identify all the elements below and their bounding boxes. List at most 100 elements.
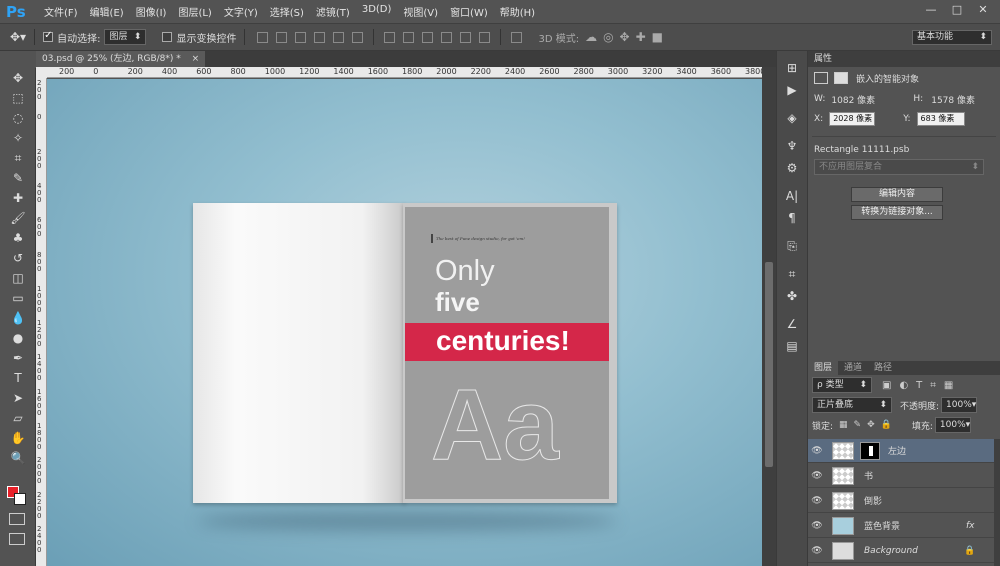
measure-icon[interactable]: ∠	[777, 313, 807, 335]
menu-item[interactable]: 编辑(E)	[90, 4, 124, 19]
brush-presets-icon[interactable]: ♆	[777, 135, 807, 157]
layers-scrollbar[interactable]	[994, 439, 1000, 566]
scrollbar-thumb[interactable]	[765, 262, 773, 467]
y-field[interactable]: 683 像素	[916, 112, 965, 126]
layer-row[interactable]: 👁 书	[808, 464, 994, 488]
layer-filter-dropdown[interactable]: ρ 类型 ⬍	[812, 377, 872, 393]
brush-settings-icon[interactable]: ⚙	[777, 157, 807, 179]
move-icon[interactable]: ✥	[0, 68, 36, 88]
auto-align-icon[interactable]	[511, 31, 523, 43]
edit-contents-button[interactable]: 编辑内容	[851, 187, 943, 202]
convert-linked-button[interactable]: 转换为链接对象...	[851, 205, 943, 220]
menu-item[interactable]: 选择(S)	[270, 4, 304, 19]
quick-mask-icon[interactable]	[9, 513, 25, 525]
distribute-vcenter-icon[interactable]	[403, 31, 415, 43]
visibility-eye-icon[interactable]: 👁	[808, 546, 826, 556]
history-brush-icon[interactable]: ↺	[0, 248, 36, 268]
dodge-icon[interactable]: ●	[0, 328, 36, 348]
tab-channels[interactable]: 通道	[838, 361, 868, 375]
layer-mask-thumbnail[interactable]	[860, 441, 880, 460]
menu-item[interactable]: 文件(F)	[44, 4, 78, 19]
clone-stamp-icon[interactable]: ♣	[0, 228, 36, 248]
background-color-swatch[interactable]	[14, 493, 26, 505]
menu-item[interactable]: 窗口(W)	[450, 4, 488, 19]
height-value[interactable]: 1578 像素	[931, 93, 975, 106]
layer-comp-dropdown[interactable]: 不应用图层复合 ⬍	[814, 159, 984, 175]
auto-select-checkbox[interactable]	[43, 30, 54, 42]
crop-icon[interactable]: ⌗	[0, 148, 36, 168]
menu-item[interactable]: 3D(D)	[362, 4, 392, 19]
layer-filter-icons[interactable]: ▣◐T⌗▦	[882, 380, 961, 391]
history-icon[interactable]: ⊞	[777, 57, 807, 79]
clone-source-icon[interactable]: ⎘	[777, 235, 807, 257]
distribute-hcenter-icon[interactable]	[460, 31, 472, 43]
distribute-top-icon[interactable]	[384, 31, 396, 43]
vertical-scrollbar[interactable]	[762, 67, 776, 566]
opacity-field[interactable]: 100% ▾	[941, 397, 978, 413]
eraser-icon[interactable]: ◫	[0, 268, 36, 288]
align-left-icon[interactable]	[314, 31, 326, 43]
paragraph-icon[interactable]: ¶	[777, 207, 807, 229]
tab-layers[interactable]: 图层	[808, 361, 839, 375]
adjustments-icon[interactable]: ◈	[777, 107, 807, 129]
ruler-origin[interactable]	[36, 67, 47, 78]
blur-icon[interactable]: 💧	[0, 308, 36, 328]
3d-tools-icons[interactable]: ☁◎✥✚■	[585, 30, 669, 44]
lasso-icon[interactable]: ◌	[0, 108, 36, 128]
lock-icons[interactable]: ▦✎✥🔒	[839, 420, 898, 430]
healing-brush-icon[interactable]: ✚	[0, 188, 36, 208]
gradient-icon[interactable]: ▭	[0, 288, 36, 308]
minimize-button[interactable]: —	[920, 2, 942, 18]
show-transform-checkbox[interactable]	[162, 32, 173, 42]
distribute-right-icon[interactable]	[479, 31, 491, 43]
align-vcenter-icon[interactable]	[276, 31, 288, 43]
layer-row[interactable]: 👁 左边	[808, 439, 994, 463]
visibility-eye-icon[interactable]: 👁	[808, 471, 826, 481]
brush-icon[interactable]: 🖌	[0, 208, 36, 228]
width-value[interactable]: 1082 像素	[831, 93, 891, 106]
actions-icon[interactable]: ▶	[777, 79, 807, 101]
document-tab[interactable]: 03.psd @ 25% (左边, RGB/8*) * ×	[36, 51, 206, 67]
menu-item[interactable]: 文字(Y)	[224, 4, 258, 19]
notes-icon[interactable]: ▤	[777, 335, 807, 357]
shapes-icon[interactable]: ✤	[777, 285, 807, 307]
marquee-icon[interactable]: ⬚	[0, 88, 36, 108]
menu-item[interactable]: 滤镜(T)	[316, 4, 350, 19]
menu-item[interactable]: 图层(L)	[178, 4, 211, 19]
tab-paths[interactable]: 路径	[868, 361, 898, 375]
align-right-icon[interactable]	[352, 31, 364, 43]
type-icon[interactable]: T	[0, 368, 36, 388]
close-tab-icon[interactable]: ×	[192, 54, 200, 64]
layer-row[interactable]: 👁 蓝色背景 fx	[808, 514, 994, 538]
fx-badge[interactable]: fx	[966, 521, 975, 531]
path-select-icon[interactable]: ➤	[0, 388, 36, 408]
maximize-button[interactable]: □	[946, 2, 968, 18]
character-icon[interactable]: A|	[777, 185, 807, 207]
visibility-eye-icon[interactable]: 👁	[808, 496, 826, 506]
align-top-icon[interactable]	[257, 31, 269, 43]
distribute-bottom-icon[interactable]	[422, 31, 434, 43]
menu-item[interactable]: 帮助(H)	[500, 4, 535, 19]
zoom-icon[interactable]: 🔍	[0, 448, 36, 468]
hand-icon[interactable]: ✋	[0, 428, 36, 448]
magic-wand-icon[interactable]: ✧	[0, 128, 36, 148]
layer-row[interactable]: 👁 Background 🔒	[808, 539, 994, 563]
visibility-eye-icon[interactable]: 👁	[808, 446, 826, 456]
shape-icon[interactable]: ▱	[0, 408, 36, 428]
distribute-left-icon[interactable]	[441, 31, 453, 43]
blend-mode-dropdown[interactable]: 正片叠底 ⬍	[812, 397, 892, 413]
eyedropper-icon[interactable]: ✎	[0, 168, 36, 188]
fill-field[interactable]: 100% ▾	[934, 417, 971, 433]
align-bottom-icon[interactable]	[295, 31, 307, 43]
align-hcenter-icon[interactable]	[333, 31, 345, 43]
horizontal-ruler[interactable]: 200 0 200 400 600 800 1000 1200 1400 1600 1800 2000…	[47, 67, 765, 78]
menu-item[interactable]: 图像(I)	[136, 4, 167, 19]
menu-item[interactable]: 视图(V)	[403, 4, 438, 19]
visibility-eye-icon[interactable]: 👁	[808, 521, 826, 531]
crop-panel-icon[interactable]: ⌗	[777, 263, 807, 285]
close-window-button[interactable]: ✕	[972, 2, 994, 18]
auto-select-dropdown[interactable]: 图层 ⬍	[104, 29, 147, 45]
move-tool-preset-icon[interactable]: ✥▾	[10, 30, 26, 44]
workspace-dropdown[interactable]: 基本功能 ⬍	[912, 30, 992, 45]
document-canvas[interactable]: The best of Pune design studio, for got …	[47, 79, 762, 566]
